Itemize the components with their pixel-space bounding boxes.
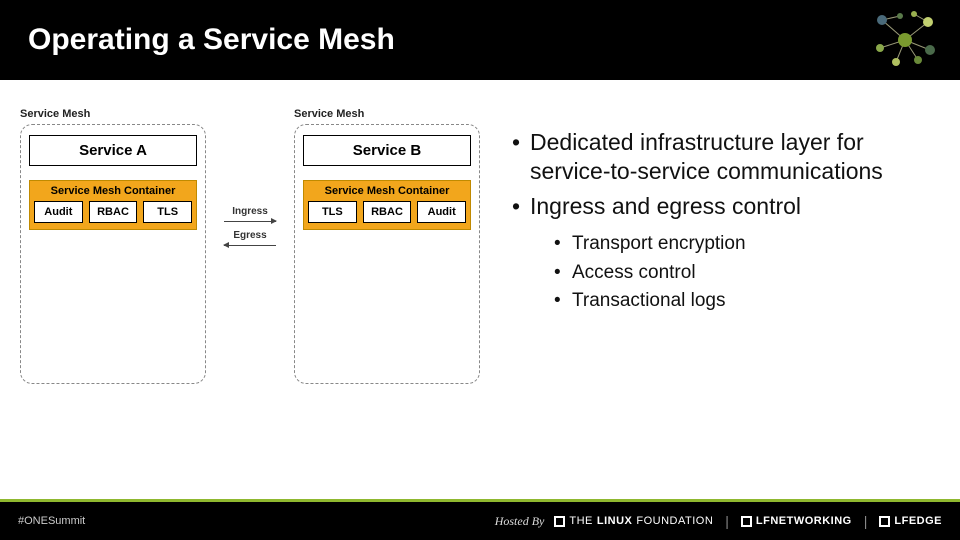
chip-audit: Audit [34, 201, 83, 223]
logo-text: LFNETWORKING [756, 515, 852, 527]
mesh-container-right: Service Mesh Container TLS RBAC Audit [303, 180, 471, 230]
bullet-text: Ingress and egress control [530, 193, 801, 219]
bullet-item: Dedicated infrastructure layer for servi… [510, 128, 930, 186]
ingress-label: Ingress [232, 206, 268, 217]
logo-text: FOUNDATION [636, 515, 713, 527]
mesh-container-left: Service Mesh Container Audit RBAC TLS [29, 180, 197, 230]
hosted-by: Hosted By THE LINUX FOUNDATION | LFNETWO… [495, 513, 942, 529]
slide: Operating a Service Mesh Service Mesh [0, 0, 960, 540]
arrow-left-icon [224, 245, 276, 246]
chip-tls: TLS [143, 201, 192, 223]
square-icon [554, 516, 565, 527]
linux-foundation-logo: THE LINUX FOUNDATION [554, 515, 713, 527]
container-title: Service Mesh Container [34, 185, 192, 197]
mesh-box-right: Service B Service Mesh Container TLS RBA… [294, 124, 480, 384]
mesh-label: Service Mesh [294, 108, 480, 120]
arrow-right-icon [224, 221, 276, 222]
slide-body: Service Mesh Service A Service Mesh Cont… [0, 80, 960, 502]
service-a-box: Service A [29, 135, 197, 166]
sub-bullet-item: Transactional logs [554, 287, 930, 316]
diagram: Service Mesh Service A Service Mesh Cont… [20, 108, 480, 492]
mesh-right: Service Mesh Service B Service Mesh Cont… [294, 108, 480, 384]
hosted-by-label: Hosted By [495, 514, 545, 529]
service-b-box: Service B [303, 135, 471, 166]
chip-row: TLS RBAC Audit [308, 201, 466, 223]
arrows: Ingress Egress [224, 206, 276, 252]
sub-bullet-item: Transport encryption [554, 230, 930, 259]
slide-footer: #ONESummit Hosted By THE LINUX FOUNDATIO… [0, 502, 960, 540]
slide-title: Operating a Service Mesh [28, 23, 395, 57]
separator: | [862, 513, 870, 529]
lf-networking-logo: LFNETWORKING [741, 515, 852, 527]
lf-edge-logo: LFEDGE [879, 515, 942, 527]
chip-row: Audit RBAC TLS [34, 201, 192, 223]
bullet-item: Ingress and egress control Transport enc… [510, 192, 930, 316]
mesh-label: Service Mesh [20, 108, 206, 120]
logo-text: THE [569, 515, 593, 527]
slide-header: Operating a Service Mesh [0, 0, 960, 80]
sub-bullet-item: Access control [554, 259, 930, 288]
chip-audit: Audit [417, 201, 466, 223]
logo-text: LFEDGE [894, 515, 942, 527]
square-icon [741, 516, 752, 527]
square-icon [879, 516, 890, 527]
text-column: Dedicated infrastructure layer for servi… [510, 108, 930, 492]
network-logo-icon [870, 10, 940, 70]
sub-bullet-list: Transport encryption Access control Tran… [554, 230, 930, 316]
separator: | [723, 513, 731, 529]
bullet-list: Dedicated infrastructure layer for servi… [510, 128, 930, 316]
hashtag: #ONESummit [18, 515, 85, 527]
logo-text: LINUX [597, 515, 633, 527]
chip-rbac: RBAC [363, 201, 412, 223]
egress-label: Egress [233, 230, 266, 241]
chip-rbac: RBAC [89, 201, 138, 223]
mesh-left: Service Mesh Service A Service Mesh Cont… [20, 108, 206, 384]
mesh-box-left: Service A Service Mesh Container Audit R… [20, 124, 206, 384]
container-title: Service Mesh Container [308, 185, 466, 197]
chip-tls: TLS [308, 201, 357, 223]
